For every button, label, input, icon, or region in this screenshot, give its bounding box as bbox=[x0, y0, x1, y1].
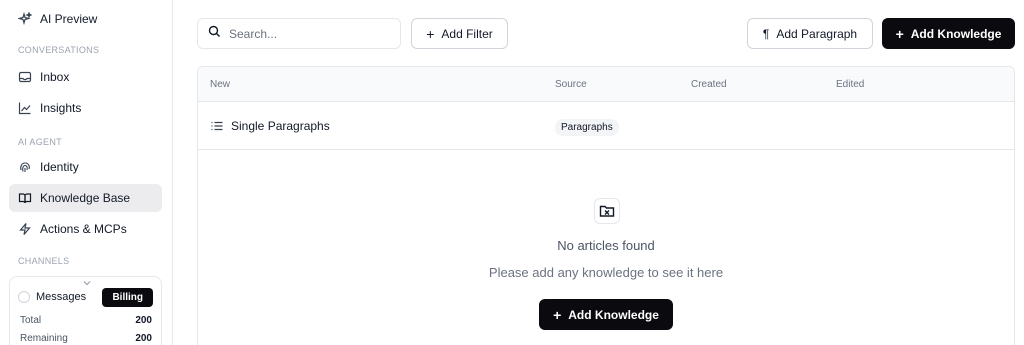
column-header-new[interactable]: New bbox=[210, 79, 230, 90]
usage-total-row: Total 200 bbox=[20, 315, 152, 326]
empty-state-title: No articles found bbox=[557, 238, 655, 253]
empty-add-knowledge-label: Add Knowledge bbox=[568, 307, 659, 322]
chart-line-icon bbox=[18, 101, 32, 115]
folder-x-icon bbox=[594, 198, 620, 224]
row-name-label: Single Paragraphs bbox=[231, 119, 330, 133]
add-knowledge-label: Add Knowledge bbox=[910, 26, 1002, 41]
nav-ai-preview-label: AI Preview bbox=[40, 12, 98, 26]
column-header-created[interactable]: Created bbox=[691, 79, 727, 90]
column-header-edited[interactable]: Edited bbox=[836, 79, 864, 90]
nav-knowledge-base[interactable]: Knowledge Base bbox=[9, 184, 162, 212]
fingerprint-icon bbox=[18, 160, 32, 174]
usage-total-label: Total bbox=[20, 315, 42, 326]
section-channels: CHANNELS bbox=[18, 256, 70, 266]
usage-header: Messages Billing bbox=[18, 287, 153, 307]
list-icon bbox=[210, 119, 224, 133]
add-filter-button[interactable]: + Add Filter bbox=[411, 18, 508, 49]
add-paragraph-button[interactable]: ¶ Add Paragraph bbox=[747, 18, 873, 49]
nav-identity[interactable]: Identity bbox=[9, 153, 162, 181]
plus-icon: + bbox=[553, 306, 562, 323]
usage-total-value: 200 bbox=[135, 315, 152, 326]
nav-inbox-label: Inbox bbox=[40, 70, 70, 84]
nav-actions-mcps[interactable]: Actions & MCPs bbox=[9, 215, 162, 243]
empty-state-subtitle: Please add any knowledge to see it here bbox=[488, 265, 724, 280]
nav-identity-label: Identity bbox=[40, 160, 79, 174]
section-ai-agent: AI AGENT bbox=[18, 137, 62, 147]
sparkle-icon bbox=[18, 12, 32, 26]
usage-label: Messages bbox=[36, 291, 87, 303]
add-paragraph-label: Add Paragraph bbox=[776, 26, 858, 41]
pilcrow-icon: ¶ bbox=[762, 26, 770, 41]
book-open-icon bbox=[18, 191, 32, 205]
row-name: Single Paragraphs bbox=[210, 119, 330, 133]
table-row[interactable]: Single Paragraphs Paragraphs bbox=[198, 103, 1014, 150]
add-knowledge-button[interactable]: + Add Knowledge bbox=[882, 18, 1015, 49]
nav-knowledge-base-label: Knowledge Base bbox=[40, 191, 131, 205]
nav-insights-label: Insights bbox=[40, 101, 82, 115]
billing-button[interactable]: Billing bbox=[102, 287, 153, 307]
usage-card: Messages Billing Total 200 Remaining 200 bbox=[9, 276, 162, 345]
column-header-source[interactable]: Source bbox=[555, 79, 587, 90]
source-badge: Paragraphs bbox=[555, 119, 619, 136]
plus-icon: + bbox=[426, 25, 435, 42]
section-conversations: CONVERSATIONS bbox=[18, 45, 100, 55]
inbox-icon bbox=[18, 70, 32, 84]
usage-remaining-label: Remaining bbox=[20, 333, 68, 344]
usage-remaining-row: Remaining 200 bbox=[20, 333, 152, 344]
sidebar: AI Preview CONVERSATIONS Inbox Insights … bbox=[0, 0, 173, 345]
lightning-icon bbox=[18, 222, 32, 236]
nav-ai-preview[interactable]: AI Preview bbox=[9, 5, 162, 33]
nav-insights[interactable]: Insights bbox=[9, 94, 162, 122]
usage-ring-icon bbox=[18, 291, 30, 303]
add-filter-label: Add Filter bbox=[441, 26, 493, 41]
nav-actions-mcps-label: Actions & MCPs bbox=[40, 222, 127, 236]
search-box[interactable] bbox=[197, 18, 401, 49]
nav-inbox[interactable]: Inbox bbox=[9, 63, 162, 91]
usage-remaining-value: 200 bbox=[135, 333, 152, 344]
plus-icon: + bbox=[895, 25, 904, 42]
empty-add-knowledge-button[interactable]: + Add Knowledge bbox=[539, 299, 673, 330]
table-header: New Source Created Edited bbox=[198, 67, 1014, 102]
chevron-down-icon[interactable] bbox=[82, 275, 92, 286]
search-icon bbox=[208, 25, 221, 43]
search-input[interactable] bbox=[229, 26, 389, 41]
